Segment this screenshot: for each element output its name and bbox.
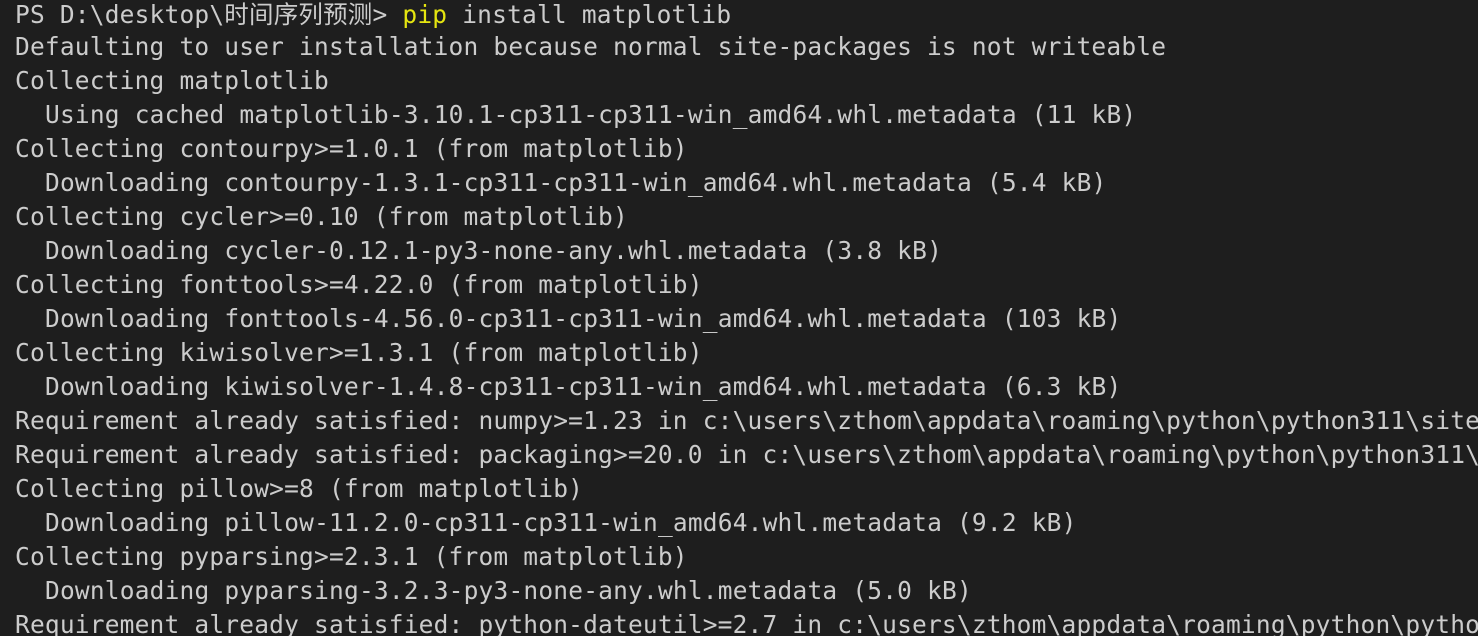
output-line: Collecting matplotlib [15, 66, 329, 95]
command-args: install matplotlib [447, 0, 732, 29]
terminal-output: Defaulting to user installation because … [15, 30, 1478, 636]
output-line: Requirement already satisfied: packaging… [15, 440, 1478, 469]
output-line: Downloading contourpy-1.3.1-cp311-cp311-… [45, 168, 1107, 197]
command-name: pip [402, 0, 448, 29]
output-line: Using cached matplotlib-3.10.1-cp311-cp3… [45, 100, 1137, 129]
output-line: Collecting contourpy>=1.0.1 (from matplo… [15, 134, 688, 163]
output-line: Downloading pillow-11.2.0-cp311-cp311-wi… [45, 508, 1077, 537]
output-line: Collecting cycler>=0.10 (from matplotlib… [15, 202, 628, 231]
output-line: Collecting kiwisolver>=1.3.1 (from matpl… [15, 338, 703, 367]
output-line: Requirement already satisfied: numpy>=1.… [15, 406, 1478, 435]
output-line: Requirement already satisfied: python-da… [15, 610, 1478, 636]
output-line: Downloading fonttools-4.56.0-cp311-cp311… [45, 304, 1122, 333]
prompt-path: PS D:\desktop\时间序列预测> [15, 0, 403, 29]
output-line: Downloading pyparsing-3.2.3-py3-none-any… [45, 576, 972, 605]
output-line: Downloading cycler-0.12.1-py3-none-any.w… [45, 236, 943, 265]
output-line: Collecting fonttools>=4.22.0 (from matpl… [15, 270, 703, 299]
output-line: Defaulting to user installation because … [15, 32, 1167, 61]
prompt-line[interactable]: PS D:\desktop\时间序列预测> pip install matplo… [15, 0, 1478, 32]
output-line: Collecting pyparsing>=2.3.1 (from matplo… [15, 542, 688, 571]
output-line: Downloading kiwisolver-1.4.8-cp311-cp311… [45, 372, 1122, 401]
terminal-window[interactable]: PS D:\desktop\时间序列预测> pip install matplo… [0, 0, 1478, 636]
output-line: Collecting pillow>=8 (from matplotlib) [15, 474, 584, 503]
